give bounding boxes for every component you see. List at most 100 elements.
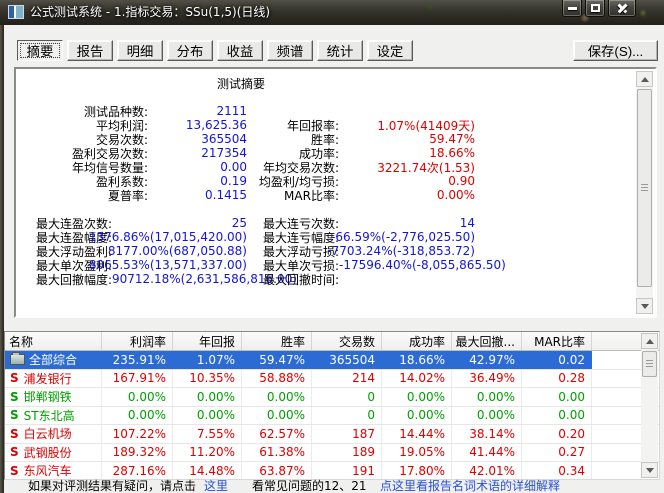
cell-成功率: 0.00% bbox=[382, 407, 452, 425]
name-cell: S 邯郸钢铁 bbox=[5, 388, 102, 406]
summary-label: 最大回撤幅度: bbox=[16, 271, 112, 288]
table-scrollbar[interactable] bbox=[641, 333, 658, 478]
cell-MAR比率: 0.34 bbox=[522, 462, 592, 480]
stock-flag: S bbox=[10, 371, 19, 385]
window-title: 公式测试系统 - 1.指标交易：SSu(1,5)(日线) bbox=[30, 0, 270, 25]
scroll-up-button[interactable] bbox=[641, 333, 658, 349]
maximize-button[interactable] bbox=[585, 0, 605, 17]
cell-胜率: 62.57% bbox=[242, 425, 312, 443]
faq-here-link[interactable]: 这里 bbox=[204, 480, 228, 493]
glossary-link[interactable]: 点这里看报告名词术语的详细解释 bbox=[380, 480, 560, 493]
tab-摘要[interactable]: 摘要 bbox=[17, 40, 63, 61]
stock-name: 白云机场 bbox=[24, 425, 72, 442]
tab-设定[interactable]: 设定 bbox=[367, 40, 413, 61]
column-header-4[interactable]: 胜率 bbox=[242, 332, 312, 350]
summary-value: -17596.40%(-8,055,865.50) bbox=[339, 258, 475, 272]
table-row-邯郸钢铁[interactable]: S邯郸钢铁0.00%0.00%0.00%00.00%0.00%0.00 bbox=[5, 388, 659, 407]
arrow-down-icon bbox=[646, 468, 654, 477]
summary-panel: 测试摘要 测试品种数:2111平均利润:13,625.36年回报率:1.07%(… bbox=[14, 67, 657, 318]
folder-icon bbox=[10, 354, 25, 365]
cell-最大回撤...: 0.00% bbox=[452, 388, 522, 406]
cell-成功率: 14.44% bbox=[382, 425, 452, 443]
tab-频谱[interactable]: 频谱 bbox=[267, 40, 313, 61]
cell-成功率: 0.00% bbox=[382, 388, 452, 406]
stock-name: 邯郸钢铁 bbox=[24, 388, 72, 405]
cell-最大回撤...: 38.14% bbox=[452, 425, 522, 443]
close-button[interactable] bbox=[608, 0, 636, 17]
scrollbar-thumb[interactable] bbox=[642, 351, 657, 377]
summary-value: 0.1415 bbox=[148, 188, 247, 202]
tab-报告[interactable]: 报告 bbox=[67, 40, 113, 61]
save-button[interactable]: 保存(S)... bbox=[573, 40, 658, 61]
cell-最大回撤...: 42.97% bbox=[452, 351, 522, 369]
title-bar[interactable]: 公式测试系统 - 1.指标交易：SSu(1,5)(日线) bbox=[0, 0, 664, 25]
tab-收益[interactable]: 收益 bbox=[217, 40, 263, 61]
tab-bar: 摘要报告明细分布收益频谱统计设定 bbox=[17, 40, 413, 61]
table-row-白云机场[interactable]: S白云机场107.22%7.55%62.57%18714.44%38.14%0.… bbox=[5, 425, 659, 444]
summary-scrollbar[interactable] bbox=[636, 71, 653, 314]
name-cell: S东风汽车 bbox=[5, 462, 102, 480]
app-window: 公式测试系统 - 1.指标交易：SSu(1,5)(日线) 摘要报告明细分布收益频… bbox=[0, 0, 664, 493]
stock-flag: S bbox=[10, 390, 19, 404]
scroll-down-button[interactable] bbox=[636, 298, 653, 314]
column-header-8[interactable]: MAR比率 bbox=[522, 332, 592, 350]
column-header-5[interactable]: 交易数 bbox=[312, 332, 382, 350]
summary-value: 3221.74次(1.53) bbox=[339, 159, 475, 176]
cell-胜率: 59.47% bbox=[242, 351, 312, 369]
summary-row: 夏普率:0.1415MAR比率:0.00% bbox=[16, 188, 655, 202]
summary-label: 最大回撤时间: bbox=[247, 271, 339, 288]
table-row-全部综合[interactable]: 全部综合235.91%1.07%59.47%36550418.66%42.97%… bbox=[5, 351, 659, 370]
column-header-3[interactable]: 年回报 bbox=[173, 332, 242, 350]
summary-value: 25 bbox=[112, 216, 247, 230]
stock-name: 武钢股份 bbox=[24, 444, 72, 461]
column-header-6[interactable]: 成功率 bbox=[382, 332, 452, 350]
status-text: 如果对评测结果有疑问，请点击 bbox=[28, 480, 196, 493]
cell-利润率: 189.32% bbox=[102, 444, 173, 462]
tab-统计[interactable]: 统计 bbox=[317, 40, 363, 61]
summary-value: 13,625.36 bbox=[148, 118, 247, 132]
cell-交易数: 191 bbox=[312, 462, 382, 480]
summary-row: 最大回撤幅度:90712.18%(2,631,586,816.00)最大回撤时间… bbox=[16, 272, 655, 286]
scroll-down-button[interactable] bbox=[641, 462, 658, 478]
column-header-7[interactable]: 最大回撤... bbox=[452, 332, 522, 350]
table-row-ST东北高[interactable]: SST东北高0.00%0.00%0.00%00.00%0.00%0.00 bbox=[5, 407, 659, 426]
tab-明细[interactable]: 明细 bbox=[117, 40, 163, 61]
summary-value: 8065.53%(13,571,337.00) bbox=[112, 258, 247, 272]
minimize-icon bbox=[568, 7, 577, 10]
cell-年回报: 11.20% bbox=[173, 444, 242, 462]
table-row-浦发银行[interactable]: S浦发银行167.91%10.35%58.88%21414.02%36.49%0… bbox=[5, 370, 659, 389]
summary-value: 0.00 bbox=[148, 160, 247, 174]
cell-交易数: 187 bbox=[312, 425, 382, 443]
minimize-button[interactable] bbox=[562, 0, 582, 17]
summary-value: 1.07%(41409天) bbox=[339, 117, 475, 134]
summary-label: 夏普率: bbox=[16, 187, 148, 204]
cell-成功率: 19.05% bbox=[382, 444, 452, 462]
cell-年回报: 1.07% bbox=[173, 351, 242, 369]
close-icon bbox=[617, 3, 628, 14]
cell-最大回撤...: 0.00% bbox=[452, 407, 522, 425]
cell-成功率: 18.66% bbox=[382, 351, 452, 369]
cell-最大回撤...: 41.44% bbox=[452, 444, 522, 462]
scroll-up-button[interactable] bbox=[636, 71, 653, 87]
cell-胜率: 58.88% bbox=[242, 370, 312, 388]
tab-分布[interactable]: 分布 bbox=[167, 40, 213, 61]
summary-label: MAR比率: bbox=[247, 187, 339, 204]
column-header-1[interactable]: 名称 bbox=[5, 332, 102, 350]
summary-value: 1376.86%(17,015,420.00) bbox=[112, 230, 247, 244]
stock-name: 浦发银行 bbox=[24, 370, 72, 387]
window-controls bbox=[562, 0, 636, 17]
table-row-武钢股份[interactable]: S武钢股份189.32%11.20%61.38%18919.05%41.44%0… bbox=[5, 444, 659, 463]
cell-MAR比率: 0.27 bbox=[522, 444, 592, 462]
cell-胜率: 0.00% bbox=[242, 407, 312, 425]
summary-title: 测试摘要 bbox=[16, 75, 466, 92]
arrow-up-icon bbox=[646, 335, 654, 344]
column-header-2[interactable]: 利润率 bbox=[102, 332, 173, 350]
arrow-up-icon bbox=[641, 73, 649, 82]
cell-利润率: 0.00% bbox=[102, 407, 173, 425]
table-row-东风汽车[interactable]: S东风汽车287.16%14.48%63.87%19117.80%42.01%0… bbox=[5, 462, 659, 480]
scrollbar-thumb[interactable] bbox=[637, 89, 652, 287]
cell-交易数: 365504 bbox=[312, 351, 382, 369]
name-cell: 全部综合 bbox=[5, 351, 102, 369]
summary-value: 2111 bbox=[148, 104, 247, 118]
summary-rows: 测试品种数:2111平均利润:13,625.36年回报率:1.07%(41409… bbox=[16, 104, 655, 286]
